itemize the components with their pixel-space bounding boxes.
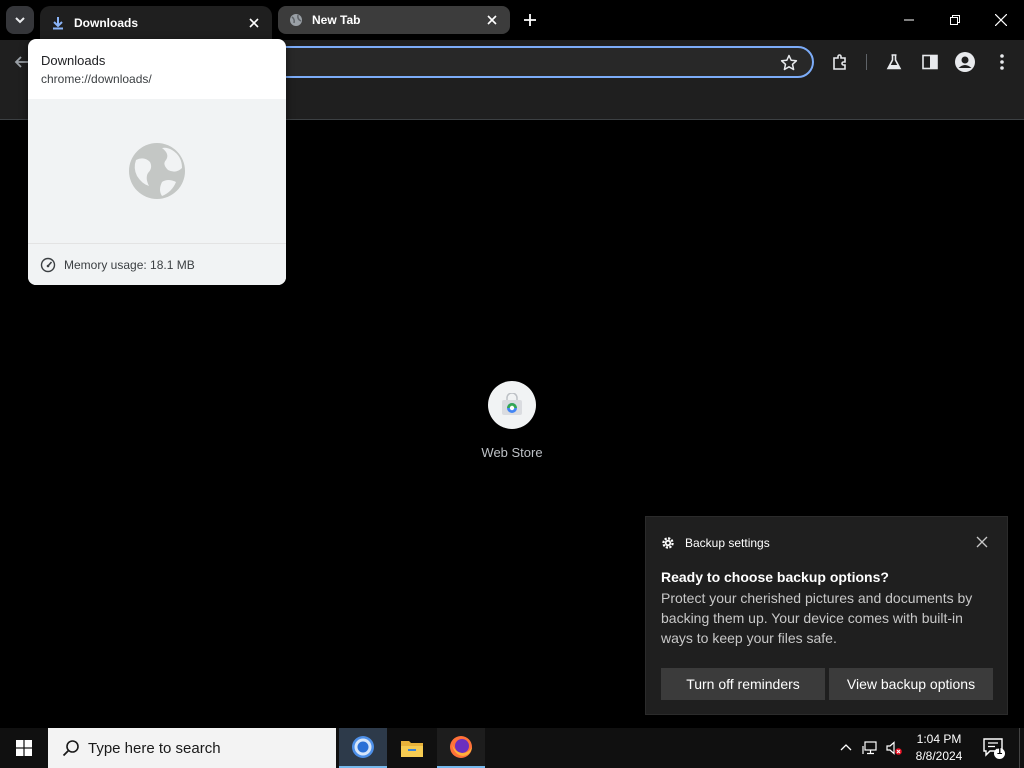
clock-time: 1:04 PM xyxy=(916,732,962,746)
close-tab-icon[interactable] xyxy=(246,15,262,31)
taskbar-chrome[interactable] xyxy=(339,728,387,768)
tab-title: Downloads xyxy=(74,16,139,30)
taskbar-firefox[interactable] xyxy=(437,728,485,768)
plus-icon xyxy=(524,14,536,26)
notification-body: Protect your cherished pictures and docu… xyxy=(661,590,973,646)
start-button[interactable] xyxy=(0,728,48,768)
flask-icon xyxy=(886,54,902,70)
memory-usage-text: Memory usage: 18.1 MB xyxy=(64,257,195,272)
hover-card-url: chrome://downloads/ xyxy=(41,72,152,86)
restore-icon xyxy=(950,15,960,25)
profile-button[interactable] xyxy=(955,52,975,72)
windows-logo-icon xyxy=(16,740,32,756)
globe-icon xyxy=(129,143,185,199)
restore-button[interactable] xyxy=(932,0,978,40)
address-bar[interactable] xyxy=(200,46,814,78)
shortcut-label: Web Store xyxy=(481,445,543,460)
gauge-icon xyxy=(40,257,56,272)
search-icon xyxy=(62,740,79,757)
backup-notification: Backup settings Ready to choose backup o… xyxy=(645,516,1008,715)
search-placeholder: Type here to search xyxy=(88,739,221,757)
tab-title: New Tab xyxy=(312,13,361,27)
tab-downloads[interactable]: Downloads xyxy=(40,6,272,40)
close-tab-icon[interactable] xyxy=(484,12,500,28)
clock-date: 8/8/2024 xyxy=(915,749,963,763)
side-panel-icon xyxy=(922,54,938,70)
taskbar: Type here to search 1:04 PM 8/8/2024 1 xyxy=(0,728,1024,768)
taskbar-file-explorer[interactable] xyxy=(388,728,436,768)
chrome-icon xyxy=(352,736,374,758)
view-backup-options-button[interactable]: View backup options xyxy=(829,668,993,700)
notification-header: Backup settings xyxy=(661,536,770,550)
folder-icon xyxy=(401,741,423,757)
minimize-button[interactable] xyxy=(886,0,932,40)
close-window-button[interactable] xyxy=(978,0,1024,40)
notification-count: 1 xyxy=(996,746,1003,757)
puzzle-icon xyxy=(833,54,846,70)
minimize-icon xyxy=(904,19,914,21)
kebab-icon xyxy=(1000,54,1004,70)
gear-icon xyxy=(662,537,674,549)
chevron-down-icon xyxy=(15,17,25,24)
close-icon[interactable] xyxy=(975,535,989,549)
menu-button[interactable] xyxy=(992,52,1012,72)
chevron-up-icon[interactable] xyxy=(838,740,854,756)
hover-card-preview xyxy=(28,99,286,243)
avatar-icon xyxy=(955,52,975,72)
tab-strip: Downloads New Tab xyxy=(0,0,1024,40)
volume-muted-icon[interactable] xyxy=(886,740,902,756)
system-clock[interactable]: 1:04 PM 8/8/2024 xyxy=(906,731,972,765)
notification-title: Ready to choose backup options? xyxy=(661,569,889,585)
extensions-button[interactable] xyxy=(830,52,850,72)
hover-card-memory: Memory usage: 18.1 MB xyxy=(28,243,286,285)
firefox-icon xyxy=(450,736,472,758)
action-center-button[interactable]: 1 xyxy=(982,736,1006,760)
shortcut-web-store[interactable]: Web Store xyxy=(472,381,552,460)
tab-hover-card: Downloads chrome://downloads/ Memory usa… xyxy=(28,39,286,285)
turn-off-reminders-button[interactable]: Turn off reminders xyxy=(661,668,825,700)
tab-search-button[interactable] xyxy=(6,6,34,34)
download-icon xyxy=(50,15,66,31)
toolbar-separator xyxy=(866,54,867,70)
side-panel-button[interactable] xyxy=(920,52,940,72)
hover-card-title: Downloads xyxy=(41,53,106,68)
bookmark-star-icon[interactable] xyxy=(780,54,798,72)
show-desktop-button[interactable] xyxy=(1019,728,1024,768)
close-icon xyxy=(995,14,1007,26)
web-store-icon xyxy=(488,381,536,429)
tab-new-tab[interactable]: New Tab xyxy=(278,6,510,34)
globe-icon xyxy=(288,12,304,28)
new-tab-button[interactable] xyxy=(518,8,542,32)
network-icon[interactable] xyxy=(862,740,878,756)
notification-app-name: Backup settings xyxy=(685,536,770,550)
taskbar-search-box[interactable]: Type here to search xyxy=(48,728,336,768)
labs-button[interactable] xyxy=(884,52,904,72)
